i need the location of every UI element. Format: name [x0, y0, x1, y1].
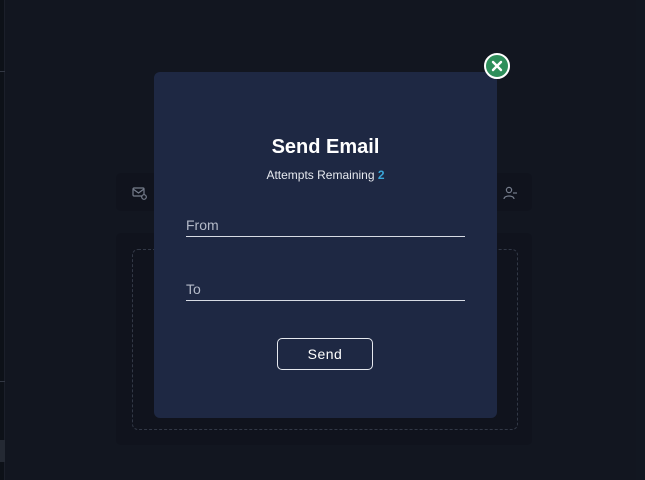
from-input[interactable] [186, 213, 465, 236]
attempts-count: 2 [377, 168, 385, 182]
to-field-wrapper [186, 277, 465, 301]
modal-title: Send Email [271, 136, 380, 158]
from-field-wrapper [186, 213, 465, 237]
to-input[interactable] [186, 277, 465, 300]
attempts-remaining: Attempts Remaining 2 [154, 168, 497, 182]
attempts-label: Attempts Remaining [266, 168, 375, 182]
send-button[interactable]: Send [277, 338, 373, 370]
send-email-modal: Send Email Attempts Remaining 2 Send [154, 72, 497, 418]
close-icon [491, 57, 503, 76]
close-button[interactable] [484, 53, 510, 79]
